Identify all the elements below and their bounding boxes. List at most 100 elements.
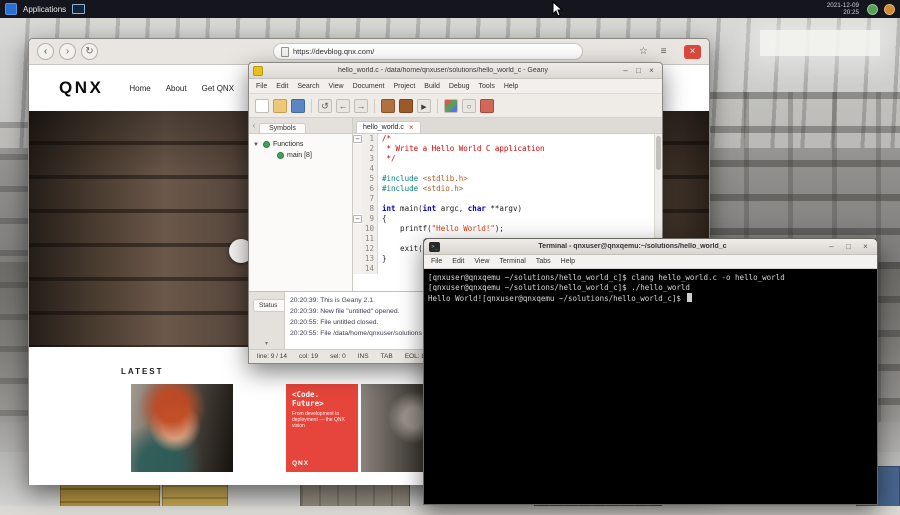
geany-menu-tools[interactable]: Tools — [479, 83, 495, 90]
geany-menu-edit[interactable]: Edit — [276, 83, 288, 90]
terminal-menu-view[interactable]: View — [474, 258, 489, 265]
geany-menu-file[interactable]: File — [256, 83, 267, 90]
terminal-screen[interactable]: [qnxuser@qnxqemu ~/solutions/hello_world… — [424, 269, 877, 504]
line-number: 11 — [362, 234, 378, 244]
geany-menu-search[interactable]: Search — [297, 83, 319, 90]
code-text: #include <stdio.h> — [382, 184, 464, 193]
sidebar-scroll-left-icon[interactable]: ‹ — [249, 118, 259, 133]
revert-icon[interactable] — [318, 98, 332, 113]
statusbar-item: line: 9 / 14 — [257, 353, 287, 360]
symbol-main-8[interactable]: main [8] — [253, 150, 348, 161]
nav-item-home[interactable]: Home — [129, 84, 150, 93]
taskbar-date: 2021-12-09 — [826, 2, 859, 9]
code-text: int main(int argc, char **argv) — [382, 204, 522, 213]
code-line: 3 */ — [353, 154, 662, 164]
window-list-icon[interactable] — [72, 4, 86, 14]
geany-menu-document[interactable]: Document — [353, 83, 385, 90]
terminal-menu-edit[interactable]: Edit — [452, 258, 464, 265]
open-file-icon[interactable] — [273, 98, 287, 113]
new-file-icon[interactable] — [255, 98, 269, 113]
geany-titlebar[interactable]: hello_world.c - /data/home/qnxuser/solut… — [249, 63, 662, 79]
geany-menu-project[interactable]: Project — [393, 83, 415, 90]
find-icon[interactable] — [462, 98, 476, 113]
geany-menu-view[interactable]: View — [329, 83, 344, 90]
nav-item-about[interactable]: About — [166, 84, 187, 93]
geany-menu-build[interactable]: Build — [424, 83, 440, 90]
messages-dropdown-icon[interactable]: ▾ — [249, 340, 284, 349]
geany-menu-debug[interactable]: Debug — [449, 83, 470, 90]
geany-maximize-button[interactable]: □ — [632, 64, 645, 77]
code-text: printf("Hello World!"); — [382, 224, 504, 233]
desktop-screen: Applications 2021-12-09 20:25 ‹ › ↻ http… — [0, 0, 900, 515]
toolbar-separator — [374, 98, 375, 113]
terminal-minimize-button[interactable]: – — [825, 240, 838, 253]
session-button[interactable] — [867, 3, 878, 15]
line-number: 7 — [362, 194, 378, 204]
editor-scrollbar-thumb[interactable] — [656, 136, 661, 170]
qnx-logo[interactable]: QNX — [59, 78, 103, 98]
color-chooser-icon[interactable] — [444, 98, 458, 113]
fold-marker — [353, 244, 362, 254]
terminal-menu-tabs[interactable]: Tabs — [536, 258, 551, 265]
taskbar-time: 20:25 — [843, 9, 859, 16]
compile-icon[interactable] — [381, 98, 395, 113]
power-button[interactable] — [884, 3, 895, 15]
card-brand: QNX — [292, 460, 310, 467]
editor-tab-hello-world-c[interactable]: hello_world.c × — [356, 121, 421, 133]
line-number: 14 — [362, 264, 378, 274]
statusbar-item: col: 19 — [299, 353, 319, 360]
bookmark-star-icon[interactable]: ☆ — [636, 46, 651, 57]
terminal-window: >_ Terminal - qnxuser@qnxqemu:~/solution… — [423, 238, 878, 505]
browser-back-button[interactable]: ‹ — [37, 43, 54, 60]
expander-icon: ▼ — [253, 141, 259, 148]
symbol-label: Functions — [273, 141, 304, 148]
browser-url-bar[interactable]: https://devblog.qnx.com/ — [273, 43, 583, 60]
navigate-back-icon[interactable] — [336, 98, 350, 113]
statusbar-item: sel: 0 — [330, 353, 346, 360]
applications-menu[interactable]: Applications — [23, 5, 66, 14]
fold-marker[interactable]: − — [353, 135, 362, 143]
terminal-close-button[interactable]: × — [859, 240, 872, 253]
messages-tab-status[interactable]: Status — [253, 299, 284, 312]
terminal-menu-help[interactable]: Help — [561, 258, 575, 265]
fold-marker — [353, 264, 362, 274]
card-title-line2: Future> — [292, 398, 324, 408]
applications-menu-icon[interactable] — [5, 3, 17, 15]
terminal-menu-terminal[interactable]: Terminal — [499, 258, 525, 265]
terminal-titlebar[interactable]: >_ Terminal - qnxuser@qnxqemu:~/solution… — [424, 239, 877, 255]
terminal-maximize-button[interactable]: □ — [842, 240, 855, 253]
sidebar-tab-symbols[interactable]: Symbols — [259, 123, 306, 133]
geany-minimize-button[interactable]: – — [619, 64, 632, 77]
navigate-forward-icon[interactable] — [354, 98, 368, 113]
terminal-menu-file[interactable]: File — [431, 258, 442, 265]
geany-sidebar: ‹ Symbols ▼ Functions main [8] — [249, 118, 353, 291]
wallpaper-light — [760, 30, 880, 56]
execute-icon[interactable] — [417, 98, 431, 113]
tab-close-icon[interactable]: × — [409, 123, 414, 132]
fold-marker[interactable]: − — [353, 215, 362, 223]
goto-line-icon[interactable] — [480, 98, 494, 113]
line-number: 4 — [362, 164, 378, 174]
browser-menu-icon[interactable]: ≡ — [656, 46, 671, 57]
save-file-icon[interactable] — [291, 98, 305, 113]
taskbar-clock[interactable]: 2021-12-09 20:25 — [827, 2, 859, 16]
geany-close-button[interactable]: × — [645, 64, 658, 77]
taskbar: Applications 2021-12-09 20:25 — [0, 0, 900, 18]
browser-reload-button[interactable]: ↻ — [81, 43, 98, 60]
build-icon[interactable] — [399, 98, 413, 113]
article-card-code-future[interactable]: <Code. Future> From development to deplo… — [286, 384, 358, 472]
code-line: −9 { — [353, 214, 662, 224]
fold-marker — [353, 174, 362, 184]
nav-item-get-qnx[interactable]: Get QNX — [202, 84, 234, 93]
symbol-functions[interactable]: ▼ Functions — [253, 139, 348, 150]
code-line: 8 int main(int argc, char **argv) — [353, 204, 662, 214]
fold-marker — [353, 234, 362, 244]
article-card-photo[interactable] — [131, 384, 233, 472]
statusbar-item: INS — [357, 353, 369, 360]
browser-forward-button[interactable]: › — [59, 43, 76, 60]
code-line: 4 — [353, 164, 662, 174]
geany-menu-help[interactable]: Help — [504, 83, 518, 90]
browser-close-button[interactable]: × — [684, 44, 701, 59]
